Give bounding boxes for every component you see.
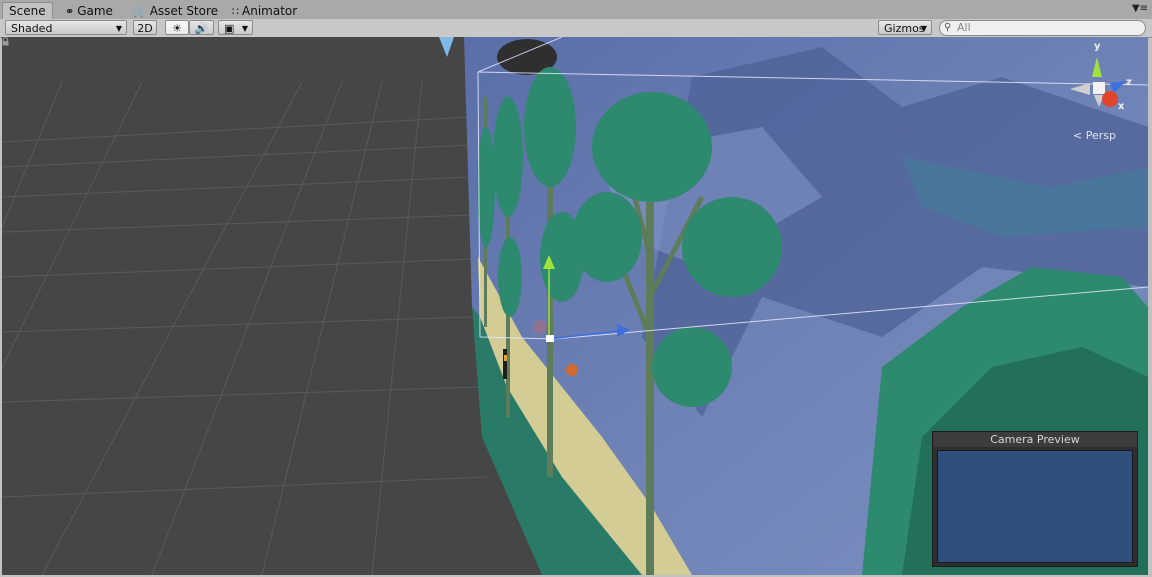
arrow-left-icon: <	[1073, 129, 1083, 142]
projection-label: Persp	[1085, 129, 1116, 142]
game-icon: ⚭	[65, 5, 75, 18]
asset-store-icon: 🛒	[133, 5, 147, 18]
search-placeholder: All	[957, 21, 971, 34]
image-icon: ▣	[224, 22, 235, 35]
window-menu-icon[interactable]: ▼≡	[1132, 3, 1148, 14]
scene-lighting-toggle[interactable]: ☀	[165, 20, 189, 35]
scene-audio-toggle[interactable]: 🔊	[189, 20, 214, 35]
camera-preview-panel: Camera Preview	[932, 431, 1138, 567]
speaker-icon: 🔊	[194, 22, 209, 35]
tab-asset-store[interactable]: 🛒 Asset Store	[126, 2, 225, 20]
scene-effects-dropdown[interactable]: ▣ ▼	[218, 20, 253, 35]
hierarchy-search-input[interactable]: ⚲ All	[939, 20, 1146, 36]
scene-toolbar: Shaded ▼ 2D ☀ 🔊 ▣ ▼ Gizmos ▼ ⚲ All	[0, 19, 1152, 38]
player-sprite	[503, 349, 507, 379]
sky-fragment	[439, 37, 454, 57]
gizmos-dropdown[interactable]: Gizmos ▼	[878, 20, 932, 35]
sun-icon: ☀	[172, 22, 182, 35]
search-icon: ⚲	[944, 22, 952, 33]
scene-viewport[interactable]: y z x < Persp Camera Preview	[2, 37, 1148, 575]
tab-animator-label: Animator	[242, 4, 298, 18]
tab-scene-label: Scene	[9, 4, 46, 18]
gizmo-x-label: x	[1118, 101, 1125, 112]
chevron-down-icon: ▼	[115, 24, 122, 33]
tab-animator[interactable]: ∷ Animator	[225, 2, 304, 20]
draw-mode-value: Shaded	[11, 22, 53, 35]
tab-scene[interactable]: Scene	[2, 2, 53, 20]
gizmo-z-label: z	[1126, 77, 1132, 88]
tab-game-label: Game	[77, 4, 113, 18]
camera-preview-title: Camera Preview	[933, 432, 1137, 447]
draw-mode-dropdown[interactable]: Shaded ▼	[5, 20, 127, 35]
tab-bar: Scene ⚭ Game 🛒 Asset Store ∷ Animator ▼≡	[0, 0, 1152, 20]
chevron-down-icon: ▼	[241, 24, 248, 33]
lock-icon[interactable]	[2, 37, 9, 46]
gizmo-y-label: y	[1094, 41, 1101, 52]
chevron-down-icon: ▼	[920, 24, 927, 33]
floor-grid	[2, 81, 488, 575]
animator-icon: ∷	[232, 5, 239, 18]
2d-mode-label: 2D	[137, 22, 153, 35]
projection-toggle[interactable]: < Persp	[1073, 129, 1116, 142]
camera-preview-screen	[937, 450, 1133, 563]
2d-mode-toggle[interactable]: 2D	[133, 20, 157, 35]
gizmos-label: Gizmos	[884, 22, 925, 35]
tab-asset-store-label: Asset Store	[149, 4, 219, 18]
tab-game[interactable]: ⚭ Game	[58, 2, 120, 20]
